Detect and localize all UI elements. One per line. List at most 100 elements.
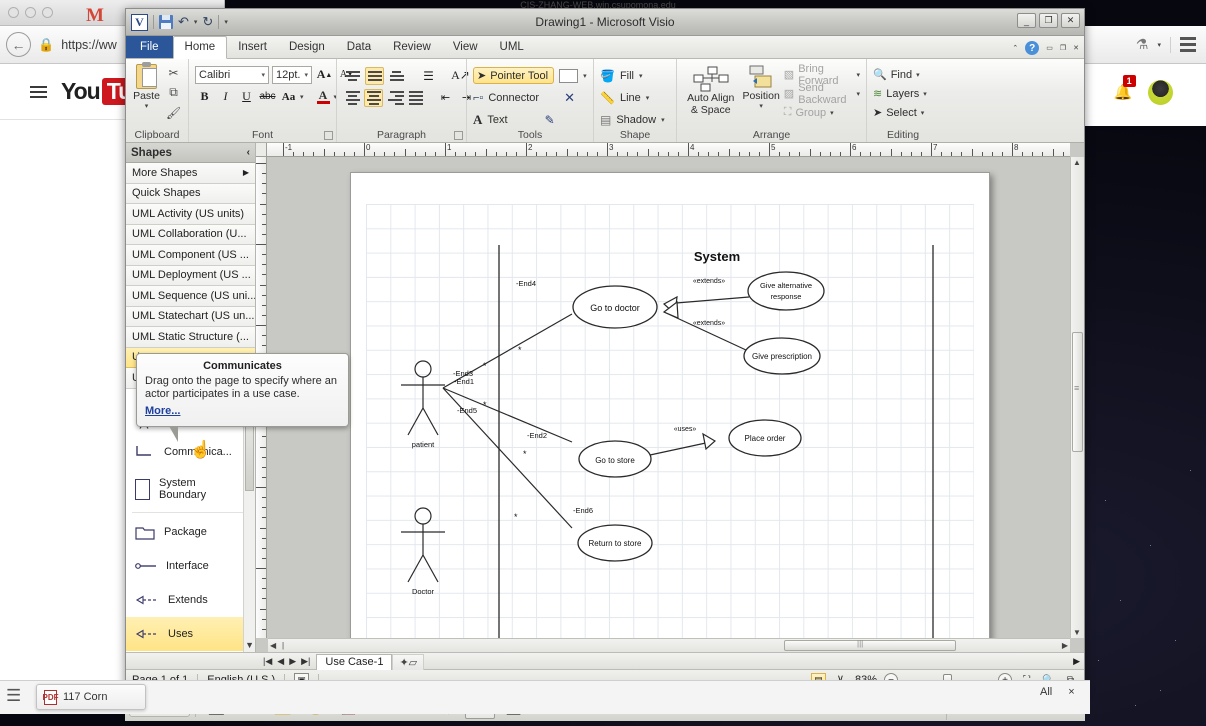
gmail-icon[interactable]: M: [86, 5, 104, 27]
stencil-uml-deployment[interactable]: UML Deployment (US ...: [126, 265, 255, 286]
help-icon[interactable]: ?: [1025, 41, 1040, 55]
insert-page-button[interactable]: ✦▱: [392, 653, 425, 670]
scroll-down-icon[interactable]: ▼: [1073, 628, 1081, 637]
strikethrough-button[interactable]: abc: [258, 87, 277, 106]
chevron-down-icon[interactable]: ▾: [1157, 41, 1161, 49]
change-case-button[interactable]: Aa: [279, 87, 298, 106]
restore-button[interactable]: ❐: [1039, 13, 1058, 28]
uml-use-case-diagram[interactable]: System patient Doctor * * * * * -End4 -E…: [351, 173, 991, 638]
chevron-left-icon[interactable]: ‹: [247, 147, 250, 158]
align-top-icon[interactable]: [343, 67, 362, 85]
layers-button[interactable]: ≋ Layers ▾: [873, 85, 927, 102]
url-text[interactable]: https://ww: [61, 38, 117, 52]
tab-view[interactable]: View: [442, 37, 489, 58]
tab-data[interactable]: Data: [336, 37, 382, 58]
ribbon-close-icon[interactable]: ✕: [1073, 44, 1079, 52]
tab-design[interactable]: Design: [278, 37, 336, 58]
pencil-tool-icon[interactable]: ✎: [545, 113, 555, 127]
shape-item-package[interactable]: Package: [126, 515, 255, 549]
italic-button[interactable]: I: [216, 87, 235, 106]
paste-dropdown-icon[interactable]: ▾: [145, 102, 149, 110]
scroll-left-icon[interactable]: ◀: [270, 641, 276, 650]
scroll-up-icon[interactable]: ▲: [1073, 158, 1081, 167]
prev-page-icon[interactable]: ◀: [277, 656, 284, 667]
bold-button[interactable]: B: [195, 87, 214, 106]
position-dropdown-icon[interactable]: ▾: [759, 102, 763, 110]
customize-qat-icon[interactable]: ▾: [224, 18, 228, 26]
window-minimize-dot[interactable]: [25, 7, 36, 18]
page-tab-use-case-1[interactable]: Use Case-1: [316, 653, 393, 670]
justify-icon[interactable]: [406, 89, 425, 107]
split-handle-icon[interactable]: |: [282, 641, 284, 650]
extension-icon[interactable]: ⚗: [1136, 36, 1149, 53]
stencil-quick-shapes[interactable]: Quick Shapes: [126, 183, 255, 204]
stencil-uml-collaboration[interactable]: UML Collaboration (U...: [126, 224, 255, 245]
stencil-uml-activity[interactable]: UML Activity (US units): [126, 204, 255, 225]
avatar[interactable]: [1148, 79, 1174, 105]
rectangle-tool-dropdown-icon[interactable]: ▾: [583, 72, 587, 80]
paragraph-dialog-launcher[interactable]: [454, 131, 463, 140]
tab-uml[interactable]: UML: [489, 37, 535, 58]
rectangle-tool-icon[interactable]: [559, 68, 579, 83]
group-button[interactable]: ⛶ Group ▾: [784, 104, 860, 121]
page-tab-scroll-icon[interactable]: ▶: [1073, 656, 1080, 667]
shape-item-extends[interactable]: Extends: [126, 583, 255, 617]
change-case-dropdown-icon[interactable]: ▾: [300, 93, 304, 101]
undo-dropdown-icon[interactable]: ▾: [194, 18, 198, 26]
canvas-hscroll-thumb[interactable]: [784, 639, 956, 651]
align-left-icon[interactable]: [343, 89, 362, 107]
bring-forward-button[interactable]: ▧ Bring Forward ▾: [784, 63, 860, 87]
download-item[interactable]: PDF 117 Corn: [36, 684, 146, 710]
decrease-indent-icon[interactable]: ⇤: [436, 88, 455, 107]
save-icon[interactable]: [159, 15, 173, 29]
stencil-uml-statechart[interactable]: UML Statechart (US un...: [126, 306, 255, 327]
stencil-uml-sequence[interactable]: UML Sequence (US uni...: [126, 286, 255, 307]
last-page-icon[interactable]: ▶|: [301, 656, 310, 667]
tab-file[interactable]: File: [126, 36, 173, 58]
downloads-list-icon[interactable]: ☰: [6, 686, 28, 708]
scroll-down-icon[interactable]: ▼: [245, 640, 254, 650]
canvas-vscroll-thumb[interactable]: [1072, 332, 1083, 452]
font-color-button[interactable]: A: [315, 89, 332, 104]
window-close-dot[interactable]: [8, 7, 19, 18]
redo-icon[interactable]: ↻: [202, 14, 213, 30]
shadow-label[interactable]: Shadow: [616, 114, 656, 126]
copy-icon[interactable]: ⧉: [165, 84, 182, 101]
next-page-icon[interactable]: ▶: [289, 656, 296, 667]
text-tool-label[interactable]: Text: [487, 114, 507, 126]
stencil-uml-static-structure[interactable]: UML Static Structure (...: [126, 327, 255, 348]
shape-item-interface[interactable]: Interface: [126, 549, 255, 583]
tooltip-more-link[interactable]: More...: [145, 405, 180, 417]
bullets-icon[interactable]: ☰: [419, 66, 438, 85]
stencil-scrollbar[interactable]: ▼: [243, 388, 255, 652]
browser-menu-icon[interactable]: [1180, 37, 1196, 52]
ribbon-minimize-icon[interactable]: ▭: [1046, 44, 1053, 52]
align-middle-icon[interactable]: [365, 66, 384, 85]
scroll-right-icon[interactable]: ▶: [1062, 641, 1068, 650]
tab-review[interactable]: Review: [382, 37, 442, 58]
find-button[interactable]: 🔍 Find ▾: [873, 66, 927, 83]
close-downloads-bar-button[interactable]: ×: [1068, 686, 1074, 698]
collapse-ribbon-icon[interactable]: ⌃: [1012, 44, 1018, 52]
select-button[interactable]: ➤ Select ▾: [873, 104, 927, 121]
back-button[interactable]: ←: [6, 32, 31, 57]
cut-icon[interactable]: ✂: [165, 64, 182, 81]
pointer-tool-button[interactable]: ➤ Pointer Tool: [473, 67, 555, 84]
shape-item-uses[interactable]: Uses: [126, 616, 255, 651]
canvas-horizontal-scrollbar[interactable]: ◀ | ▶: [268, 638, 1070, 652]
horizontal-ruler[interactable]: -10123456789: [267, 143, 1070, 157]
close-button[interactable]: ✕: [1061, 13, 1080, 28]
stencil-scroll-thumb[interactable]: [245, 418, 254, 491]
underline-button[interactable]: U: [237, 87, 256, 106]
font-dialog-launcher[interactable]: [324, 131, 333, 140]
connector-label[interactable]: Connector: [488, 92, 539, 104]
close-shape-icon[interactable]: ✕: [564, 90, 575, 106]
align-right-icon[interactable]: [385, 89, 404, 107]
line-label[interactable]: Line: [620, 92, 641, 104]
tab-insert[interactable]: Insert: [227, 37, 278, 58]
align-center-icon[interactable]: [364, 88, 383, 107]
ribbon-restore-icon[interactable]: ❐: [1060, 44, 1066, 52]
fill-label[interactable]: Fill: [620, 70, 634, 82]
auto-align-and-space-button[interactable]: Auto Align & Space: [683, 64, 738, 128]
show-all-downloads-label[interactable]: All: [1040, 686, 1052, 698]
